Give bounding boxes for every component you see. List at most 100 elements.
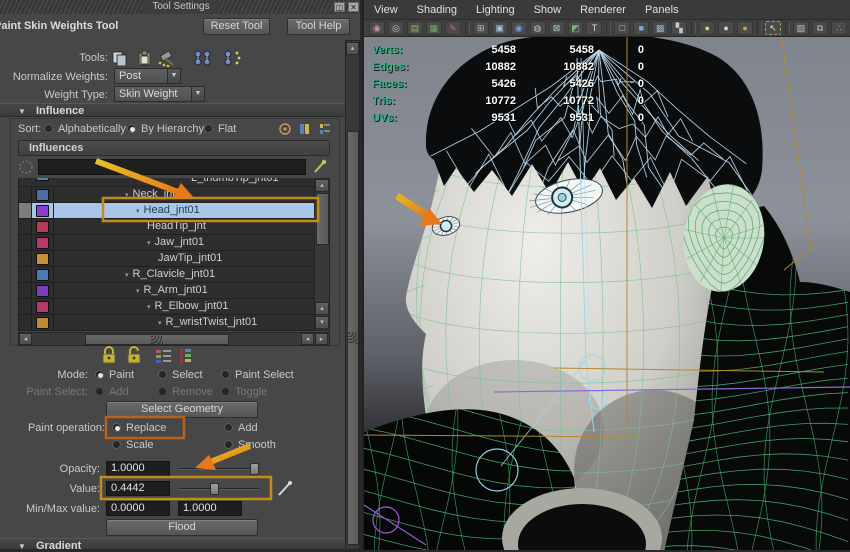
panel-vscroll-thumb[interactable] (347, 131, 359, 545)
influence-color-swatch[interactable] (36, 178, 49, 181)
viewport-menu-view[interactable]: View (374, 4, 398, 16)
normalize-weights-dropdown[interactable]: Post (114, 68, 168, 84)
influence-hold-cell[interactable] (19, 203, 32, 218)
influence-row[interactable]: ▾ R_wristTwist_jnt01 (19, 315, 314, 331)
wireframe-icon[interactable]: □ (614, 21, 631, 35)
image-plane-icon[interactable]: ▦ (425, 21, 442, 35)
safe-title-icon[interactable]: T (586, 21, 603, 35)
influence-name-area[interactable]: ▾ R_Elbow_jnt01 (54, 299, 314, 314)
collapse-arrow-icon[interactable]: ▼ (18, 107, 26, 116)
influence-list[interactable]: L_thumbTip_jnt01 ▾ Neck_jnt01 ▾ Head_jnt01 He… (18, 178, 314, 331)
radio-flat[interactable]: Flat (204, 123, 236, 135)
scroll-left-icon[interactable]: ◂ (19, 333, 32, 345)
pin-icon[interactable] (312, 159, 328, 175)
radio-scale[interactable]: Scale (112, 439, 224, 451)
influence-color-swatch[interactable] (36, 268, 49, 281)
viewport-menu-renderer[interactable]: Renderer (580, 4, 626, 16)
smooth-shade-all-icon[interactable]: ■ (633, 21, 650, 35)
influence-list-vscrollbar[interactable]: ▴ ▴ ▾ (314, 178, 330, 331)
safe-action-icon[interactable]: ⊠ (548, 21, 565, 35)
expand-arrow-icon[interactable]: ▾ (147, 240, 151, 247)
influence-row[interactable]: ▾ R_Elbow_jnt01 (19, 299, 314, 315)
influence-name-area[interactable]: L_thumbTip_jnt01 (54, 178, 314, 184)
panel-vscrollbar[interactable]: ▴ (345, 40, 360, 550)
influence-name-area[interactable]: HeadTip_jnt (54, 219, 314, 234)
radio-smooth[interactable]: Smooth (224, 439, 336, 451)
influence-name-area[interactable]: ▾ Neck_jnt01 (54, 187, 314, 202)
influence-row[interactable]: JawTip_jnt01 (19, 251, 314, 267)
radio-by-hierarchy[interactable]: By Hierarchy (127, 123, 204, 135)
influence-hold-cell[interactable] (19, 283, 32, 298)
influence-name-area[interactable]: ▾ Jaw_jnt01 (54, 235, 314, 250)
viewport-menu-panels[interactable]: Panels (645, 4, 679, 16)
scroll-right-icon[interactable]: ▸ (315, 333, 328, 345)
film-gate-icon[interactable]: ▣ (491, 21, 508, 35)
influence-search-input[interactable] (38, 159, 306, 175)
collapse-list-icon[interactable] (180, 349, 191, 364)
scroll-up2-icon[interactable]: ▴ (315, 302, 329, 315)
close-icon[interactable]: ✕ (348, 2, 359, 12)
scroll-down-icon[interactable]: ▾ (315, 316, 329, 329)
influence-row[interactable]: ▾ Head_jnt01 (19, 203, 314, 219)
bookmarks-icon[interactable]: ▤ (406, 21, 423, 35)
min-value-input[interactable]: 0.0000 (106, 501, 170, 516)
grid-icon[interactable]: ⊞ (472, 21, 489, 35)
influence-hold-cell[interactable] (19, 219, 32, 234)
textured-icon[interactable]: ▚ (671, 21, 688, 35)
influence-row[interactable]: ▾ R_Clavicle_jnt01 (19, 267, 314, 283)
max-value-input[interactable]: 1.0000 (178, 501, 242, 516)
influence-hold-cell[interactable] (19, 315, 32, 330)
influence-hold-cell[interactable] (19, 178, 32, 179)
influence-name-area[interactable]: JawTip_jnt01 (54, 251, 314, 266)
influence-name-area[interactable]: ▾ R_Clavicle_jnt01 (54, 267, 314, 282)
select-camera-icon[interactable]: ◉ (369, 21, 385, 35)
lighting-default-icon[interactable]: ● (699, 21, 716, 35)
move-influences-icon[interactable] (194, 50, 211, 66)
influence-row[interactable]: HeadTip_jnt (19, 219, 314, 235)
influence-list-hscrollbar[interactable]: ◂ ◂ ▸ (18, 332, 330, 346)
influence-color-swatch[interactable] (36, 252, 49, 265)
hammer-weights-icon[interactable] (158, 50, 174, 67)
xray-joints-icon[interactable]: ∴ (830, 21, 847, 35)
influence-section-header[interactable]: ▼ Influence (0, 103, 345, 117)
value-slider-handle[interactable] (209, 483, 219, 495)
expand-arrow-icon[interactable]: ▾ (125, 272, 129, 279)
influence-color-swatch[interactable] (36, 316, 49, 329)
influence-row[interactable]: ▾ Jaw_jnt01 (19, 235, 314, 251)
influence-hold-cell[interactable] (19, 187, 32, 202)
resolution-gate-icon[interactable]: ◉ (510, 21, 527, 35)
unlock-weights-icon[interactable] (127, 346, 141, 364)
influence-row[interactable]: L_thumbTip_jnt01 (19, 178, 314, 187)
isolate-select-icon[interactable]: ↖ (765, 21, 781, 35)
value-input[interactable]: 0.4442 (106, 481, 170, 496)
opacity-slider[interactable] (178, 461, 260, 476)
grease-pencil-icon[interactable]: ✎ (444, 21, 461, 35)
influence-name-area[interactable]: ▾ R_wristTwist_jnt01 (54, 315, 314, 330)
viewport-menu-show[interactable]: Show (534, 4, 562, 16)
radio-paint[interactable]: Paint (95, 369, 158, 381)
camera-attributes-icon[interactable]: ◎ (387, 21, 404, 35)
value-slider[interactable] (178, 481, 260, 496)
filter-target-icon[interactable] (18, 159, 34, 175)
xray-icon[interactable]: ▧ (792, 21, 809, 35)
tool-help-button[interactable]: Tool Help (287, 18, 350, 35)
eyedropper-icon[interactable] (276, 480, 294, 498)
viewport-menu-shading[interactable]: Shading (417, 4, 457, 16)
influence-hold-cell[interactable] (19, 235, 32, 250)
panel-scroll-up-icon[interactable]: ▴ (346, 42, 359, 55)
influence-color-swatch[interactable] (36, 188, 49, 201)
influence-row[interactable]: ▾ Neck_jnt01 (19, 187, 314, 203)
influence-name-area[interactable]: ▾ Head_jnt01 (54, 203, 314, 218)
opacity-slider-handle[interactable] (250, 463, 260, 475)
radio-paint-select[interactable]: Paint Select (221, 369, 294, 381)
weight-type-dropdown-arrow-icon[interactable]: ▼ (191, 86, 205, 102)
wireframe-on-shaded-icon[interactable]: ▩ (652, 21, 669, 35)
expand-arrow-icon[interactable]: ▾ (147, 304, 151, 311)
influence-color-swatch[interactable] (36, 236, 49, 249)
xray-active-components-icon[interactable]: ⧉ (811, 21, 828, 35)
lighting-selected-icon[interactable]: ● (737, 21, 754, 35)
vscroll-thumb[interactable] (316, 193, 329, 245)
influence-name-area[interactable]: ▾ R_Arm_jnt01 (54, 283, 314, 298)
influence-color-swatch[interactable] (36, 220, 49, 233)
panel-titlebar[interactable]: Tool Settings ◫ ✕ (0, 0, 362, 14)
